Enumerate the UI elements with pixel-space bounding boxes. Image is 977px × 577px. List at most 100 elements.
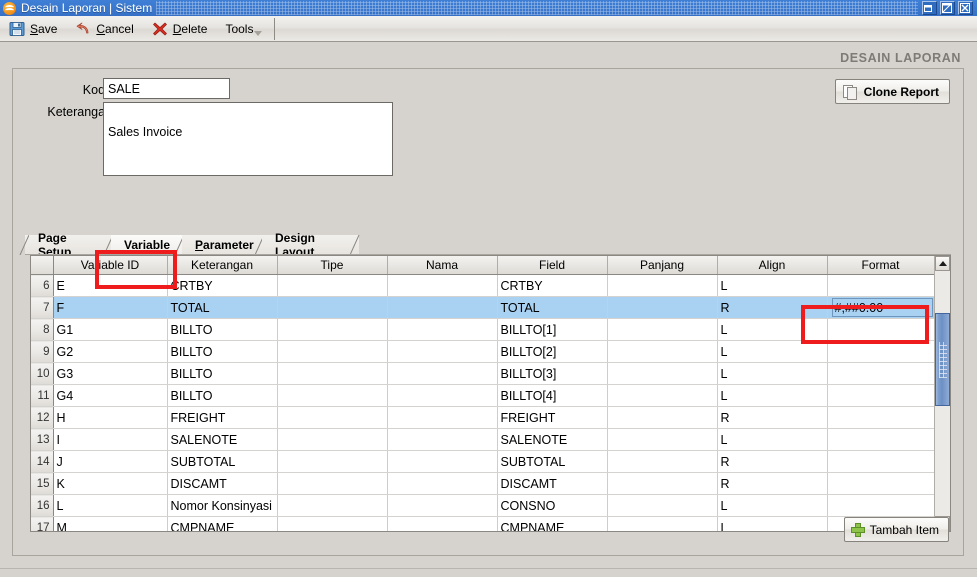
- cell-keterangan[interactable]: SUBTOTAL: [167, 450, 278, 473]
- cell-keterangan[interactable]: Nomor Konsinyasi: [167, 494, 278, 517]
- delete-button[interactable]: Delete: [143, 17, 217, 41]
- cell-nama[interactable]: [387, 450, 498, 473]
- table-row[interactable]: 15 K DISCAMT DISCAMT R: [31, 472, 934, 495]
- table-row[interactable]: 9 G2 BILLTO BILLTO[2] L: [31, 340, 934, 363]
- cell-format[interactable]: [827, 428, 934, 451]
- cell-tipe[interactable]: [277, 318, 388, 341]
- tab-variable[interactable]: Variable: [111, 235, 185, 255]
- cell-align[interactable]: R: [717, 296, 828, 319]
- column-header-format[interactable]: Format: [827, 256, 934, 275]
- cell-panjang[interactable]: [607, 274, 718, 297]
- add-item-button[interactable]: Tambah Item: [843, 517, 949, 542]
- cell-nama[interactable]: [387, 428, 498, 451]
- cell-align[interactable]: L: [717, 362, 828, 385]
- cell-keterangan[interactable]: CMPNAME: [167, 516, 278, 531]
- cell-panjang[interactable]: [607, 472, 718, 495]
- tab-design-layout[interactable]: Design Layout: [262, 231, 360, 259]
- cell-nama[interactable]: [387, 406, 498, 429]
- cell-align[interactable]: R: [717, 450, 828, 473]
- cell-align[interactable]: L: [717, 340, 828, 363]
- cell-keterangan[interactable]: TOTAL: [167, 296, 278, 319]
- table-row[interactable]: 14 J SUBTOTAL SUBTOTAL R: [31, 450, 934, 473]
- cell-panjang[interactable]: [607, 384, 718, 407]
- format-cell-editor[interactable]: #,##0.00: [831, 298, 933, 317]
- cell-field[interactable]: SUBTOTAL: [497, 450, 608, 473]
- cell-field[interactable]: CRTBY: [497, 274, 608, 297]
- cell-keterangan[interactable]: BILLTO: [167, 362, 278, 385]
- save-button[interactable]: Save: [0, 17, 66, 41]
- cell-panjang[interactable]: [607, 362, 718, 385]
- cell-variable_id[interactable]: G4: [53, 384, 168, 407]
- cell-align[interactable]: L: [717, 516, 828, 531]
- cell-tipe[interactable]: [277, 296, 388, 319]
- close-button[interactable]: [958, 1, 973, 15]
- cell-align[interactable]: R: [717, 406, 828, 429]
- table-row[interactable]: 6 E CRTBY CRTBY L: [31, 274, 934, 297]
- cell-tipe[interactable]: [277, 340, 388, 363]
- cell-panjang[interactable]: [607, 340, 718, 363]
- cell-keterangan[interactable]: SALENOTE: [167, 428, 278, 451]
- cell-keterangan[interactable]: BILLTO: [167, 318, 278, 341]
- cell-panjang[interactable]: [607, 296, 718, 319]
- cell-keterangan[interactable]: BILLTO: [167, 384, 278, 407]
- cell-nama[interactable]: [387, 296, 498, 319]
- cell-nama[interactable]: [387, 494, 498, 517]
- cell-tipe[interactable]: [277, 428, 388, 451]
- cell-keterangan[interactable]: BILLTO: [167, 340, 278, 363]
- cell-panjang[interactable]: [607, 494, 718, 517]
- scrollbar-thumb[interactable]: [935, 313, 950, 406]
- table-row[interactable]: 7 F TOTAL TOTAL R #,##0.00: [31, 296, 934, 319]
- cell-tipe[interactable]: [277, 516, 388, 531]
- cell-field[interactable]: BILLTO[4]: [497, 384, 608, 407]
- cell-field[interactable]: BILLTO[1]: [497, 318, 608, 341]
- cell-format[interactable]: [827, 340, 934, 363]
- table-row[interactable]: 12 H FREIGHT FREIGHT R: [31, 406, 934, 429]
- scrollbar-track[interactable]: [935, 271, 950, 516]
- table-row[interactable]: 11 G4 BILLTO BILLTO[4] L: [31, 384, 934, 407]
- cell-variable_id[interactable]: J: [53, 450, 168, 473]
- column-header-field[interactable]: Field: [497, 256, 608, 275]
- cell-panjang[interactable]: [607, 318, 718, 341]
- cell-field[interactable]: BILLTO[3]: [497, 362, 608, 385]
- cell-nama[interactable]: [387, 384, 498, 407]
- scroll-up-button[interactable]: [935, 256, 950, 271]
- cell-field[interactable]: SALENOTE: [497, 428, 608, 451]
- cell-tipe[interactable]: [277, 450, 388, 473]
- cell-variable_id[interactable]: L: [53, 494, 168, 517]
- cell-align[interactable]: L: [717, 384, 828, 407]
- cell-nama[interactable]: [387, 472, 498, 495]
- cell-align[interactable]: L: [717, 318, 828, 341]
- cell-panjang[interactable]: [607, 406, 718, 429]
- cell-align[interactable]: L: [717, 274, 828, 297]
- cell-keterangan[interactable]: FREIGHT: [167, 406, 278, 429]
- cell-field[interactable]: BILLTO[2]: [497, 340, 608, 363]
- cell-panjang[interactable]: [607, 516, 718, 531]
- cell-format[interactable]: [827, 384, 934, 407]
- vertical-scrollbar[interactable]: [934, 256, 950, 531]
- cell-variable_id[interactable]: F: [53, 296, 168, 319]
- cell-variable_id[interactable]: H: [53, 406, 168, 429]
- cell-format[interactable]: #,##0.00: [827, 296, 934, 319]
- column-header-align[interactable]: Align: [717, 256, 828, 275]
- cell-panjang[interactable]: [607, 428, 718, 451]
- cell-variable_id[interactable]: G1: [53, 318, 168, 341]
- column-header-panjang[interactable]: Panjang: [607, 256, 718, 275]
- table-row[interactable]: 8 G1 BILLTO BILLTO[1] L: [31, 318, 934, 341]
- column-header-nama[interactable]: Nama: [387, 256, 498, 275]
- table-row[interactable]: 16 L Nomor Konsinyasi CONSNO L: [31, 494, 934, 517]
- cancel-button[interactable]: Cancel: [66, 17, 142, 41]
- cell-nama[interactable]: [387, 516, 498, 531]
- cell-format[interactable]: [827, 318, 934, 341]
- table-row[interactable]: 13 I SALENOTE SALENOTE L: [31, 428, 934, 451]
- cell-nama[interactable]: [387, 318, 498, 341]
- tools-button[interactable]: Tools: [216, 17, 272, 41]
- cell-keterangan[interactable]: CRTBY: [167, 274, 278, 297]
- clone-report-button[interactable]: Clone Report: [834, 79, 950, 104]
- cell-format[interactable]: [827, 472, 934, 495]
- cell-tipe[interactable]: [277, 362, 388, 385]
- keterangan-textarea[interactable]: [103, 102, 393, 176]
- tab-page-setup[interactable]: Page Setup: [25, 231, 114, 259]
- cell-variable_id[interactable]: I: [53, 428, 168, 451]
- cell-tipe[interactable]: [277, 384, 388, 407]
- cell-nama[interactable]: [387, 362, 498, 385]
